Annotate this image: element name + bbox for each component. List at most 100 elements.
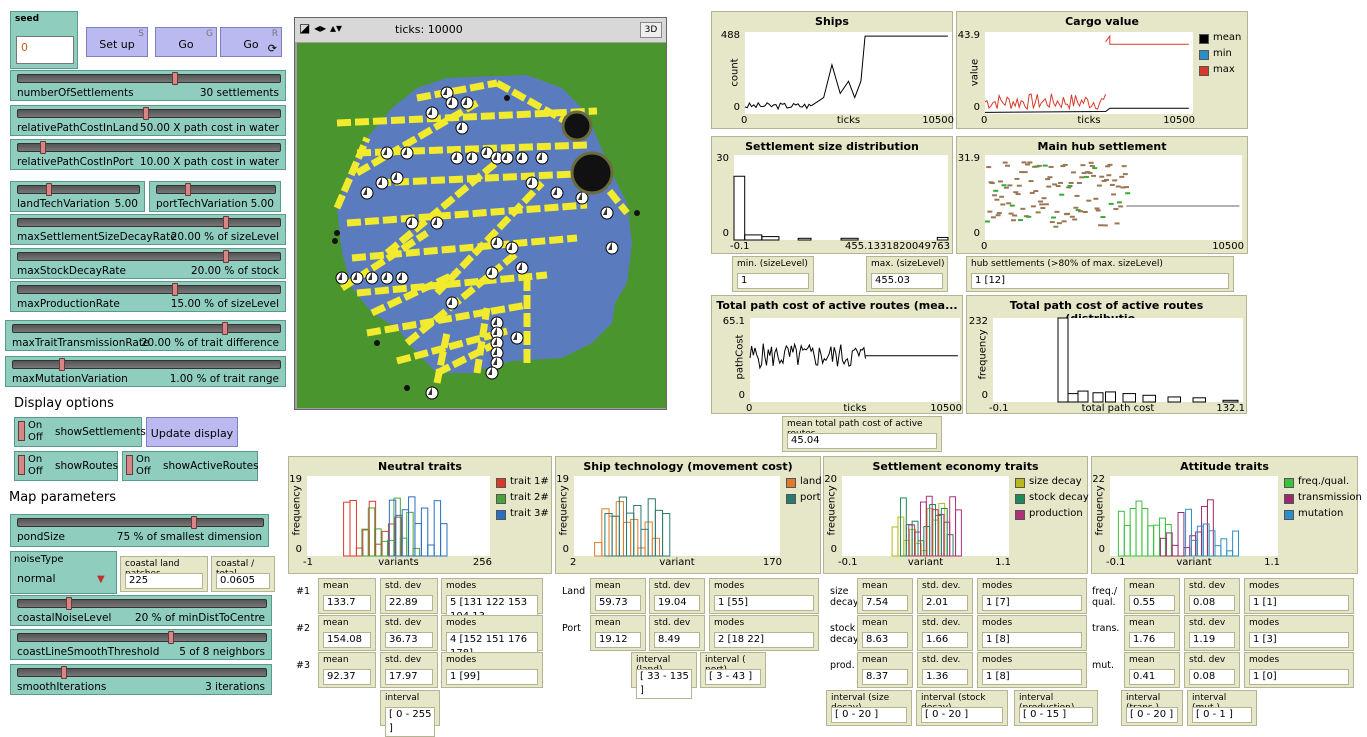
show-active-routes-label: showActiveRoutes	[163, 460, 259, 472]
slider-value: 5 of 8 neighbors	[179, 646, 265, 658]
monitor-value: 1.19	[1189, 632, 1235, 648]
ship-mean-monitor: mean 19.12	[590, 615, 646, 651]
slider-maxProductionRate[interactable]: maxProductionRate 15.00 % of sizeLevel	[10, 281, 286, 312]
slider-coastalNoiseLevel[interactable]: coastalNoiseLevel 20 % of minDistToCentr…	[10, 595, 272, 626]
slider-relativePathCostInLand[interactable]: relativePathCostInLand 50.00 X path cost…	[10, 105, 286, 136]
slider-maxTraitTransmissionRate[interactable]: maxTraitTransmissionRate 20.00 % of trai…	[5, 320, 286, 351]
slider-value: 75 % of smallest dimension	[116, 531, 262, 543]
show-settlements-switch[interactable]: On Off showSettlements	[14, 417, 146, 447]
plot-neutral[interactable]: Neutral traits 19 0 -1 256 variants frequency t…	[288, 456, 552, 574]
switch-toggle[interactable]	[126, 455, 133, 475]
show-active-routes-switch[interactable]: On Off showActiveRoutes	[122, 451, 259, 481]
monitor-value: 2.01	[922, 595, 968, 611]
slider-portTechVariation[interactable]: portTechVariation 5.00	[149, 181, 281, 212]
x-axis-label: ticks	[843, 403, 867, 414]
slider-pondSize[interactable]: pondSize 75 % of smallest dimension	[10, 514, 269, 547]
slider-coastLineSmoothThreshold[interactable]: coastLineSmoothThreshold 5 of 8 neighbor…	[10, 629, 272, 660]
plot-area	[842, 476, 1009, 556]
plot-pathdist[interactable]: Total path cost of active routes (distri…	[966, 295, 1247, 414]
slider-handle[interactable]	[184, 183, 191, 196]
go-forever-button[interactable]: R Go ⟳	[220, 27, 282, 57]
setup-button[interactable]: S Set up	[86, 27, 148, 57]
slider-track[interactable]	[17, 74, 281, 83]
switch-toggle[interactable]	[18, 421, 25, 441]
slider-handle[interactable]	[222, 322, 229, 335]
plot-shiptech[interactable]: Ship technology (movement cost) 19 0 2 170 va…	[555, 456, 822, 574]
noise-type-chooser[interactable]: noiseType normal ▼	[10, 551, 117, 594]
plot-hub[interactable]: Main hub settlement 31.9 0 0 10500	[956, 136, 1248, 254]
go-button[interactable]: G Go	[155, 27, 217, 57]
plot-sizedist[interactable]: Settlement size distribution 30 0 -0.1 455.1…	[711, 136, 953, 254]
3d-button[interactable]: 3D	[640, 22, 662, 38]
plot-pathmean[interactable]: Total path cost of active routes (mea...…	[711, 295, 963, 414]
slider-handle[interactable]	[40, 141, 47, 154]
plot-canvas	[744, 32, 952, 114]
slider-maxStockDecayRate[interactable]: maxStockDecayRate 20.00 % of stock	[10, 248, 286, 279]
econ-interval-monitor: interval (stock decay)[ 0 - 20 ]	[916, 690, 1008, 726]
slider-handle[interactable]	[65, 597, 72, 610]
slider-label: maxTraitTransmissionRate	[12, 337, 150, 349]
slider-handle[interactable]	[46, 183, 53, 196]
slider-handle[interactable]	[171, 283, 178, 296]
plot-area	[985, 155, 1242, 240]
slider-track[interactable]	[17, 218, 281, 227]
legend-swatch	[1199, 34, 1209, 44]
monitor-label: modes	[1249, 581, 1280, 591]
slider-track[interactable]	[17, 252, 281, 261]
slider-handle[interactable]	[59, 358, 66, 371]
slider-maxMutationVariation[interactable]: maxMutationVariation 1.00 % of trait ran…	[5, 356, 286, 387]
slider-track[interactable]	[17, 518, 264, 527]
att-interval-monitor: interval (trans.)[ 0 - 20 ]	[1121, 690, 1183, 726]
monitor-value: [ 33 - 135 ]	[636, 669, 692, 699]
econ-modes-monitor: modes 1 [8]	[977, 652, 1087, 688]
update-display-button[interactable]: Update display	[146, 417, 238, 447]
slider-relativePathCostInPort[interactable]: relativePathCostInPort 10.00 X path cost…	[10, 139, 286, 170]
switch-toggle[interactable]	[18, 455, 25, 475]
legend-swatch	[1284, 494, 1294, 504]
slider-handle[interactable]	[223, 250, 230, 263]
y-axis-label: value	[969, 58, 981, 87]
slider-track[interactable]	[12, 360, 281, 369]
view-control-icons[interactable]: ◪ ◂▸ ▴▾	[299, 21, 342, 35]
plot-attitude[interactable]: Attitude traits 22 0 -0.1 1.1 variant frequenc…	[1091, 456, 1362, 574]
slider-track[interactable]	[17, 143, 281, 152]
econ-sd-monitor: std. dev. 1.36	[917, 652, 973, 688]
slider-handle[interactable]	[223, 216, 230, 229]
slider-handle[interactable]	[190, 516, 197, 529]
slider-label: coastalNoiseLevel	[17, 612, 112, 624]
slider-handle[interactable]	[60, 666, 67, 679]
map-canvas[interactable]	[297, 43, 666, 408]
hub-mark	[1096, 184, 1102, 187]
dropdown-arrow-icon[interactable]: ▼	[97, 574, 105, 585]
hub-mark	[1008, 212, 1014, 215]
slider-track[interactable]	[17, 633, 267, 642]
hub-mark	[1038, 200, 1044, 203]
plot-ships[interactable]: Ships 488 0 0 10500 ticks count	[711, 11, 954, 129]
monitor-value: 22.89	[385, 595, 433, 611]
hub-mark	[1035, 211, 1041, 214]
slider-track[interactable]	[12, 324, 281, 333]
slider-track[interactable]	[17, 285, 281, 294]
show-routes-switch[interactable]: On Off showRoutes	[14, 451, 118, 481]
slider-track[interactable]	[156, 185, 276, 194]
slider-landTechVariation[interactable]: landTechVariation 5.00	[10, 181, 145, 212]
hub-mark	[1099, 175, 1105, 178]
slider-numberOfSettlements[interactable]: numberOfSettlements 30 settlements	[10, 70, 286, 101]
slider-track[interactable]	[17, 599, 267, 608]
slider-handle[interactable]	[171, 72, 178, 85]
slider-smoothIterations[interactable]: smoothIterations 3 iterations	[10, 664, 272, 695]
slider-track[interactable]	[17, 185, 140, 194]
hub-mark	[1017, 219, 1023, 222]
slider-handle[interactable]	[143, 107, 150, 120]
hub-mark	[1068, 181, 1074, 184]
plot-economy[interactable]: Settlement economy traits 20 0 -0.1 1.1 varia…	[823, 456, 1089, 574]
row-label: mut.	[1092, 660, 1115, 671]
seed-input-box[interactable]: seed 0	[10, 11, 78, 69]
slider-handle[interactable]	[168, 631, 175, 644]
ship-interval-monitor: interval ( port)[ 3 - 43 ]	[700, 652, 766, 688]
seed-field[interactable]: 0	[16, 36, 74, 64]
slider-track[interactable]	[17, 668, 267, 677]
world-view[interactable]: ◪ ◂▸ ▴▾ ticks: 10000 3D	[294, 17, 667, 410]
slider-maxSettlementSizeDecayRate[interactable]: maxSettlementSizeDecayRate 20.00 % of si…	[10, 214, 286, 245]
plot-cargo[interactable]: Cargo value 43.9 0 0 10500 ticks value mean min m…	[956, 11, 1248, 129]
